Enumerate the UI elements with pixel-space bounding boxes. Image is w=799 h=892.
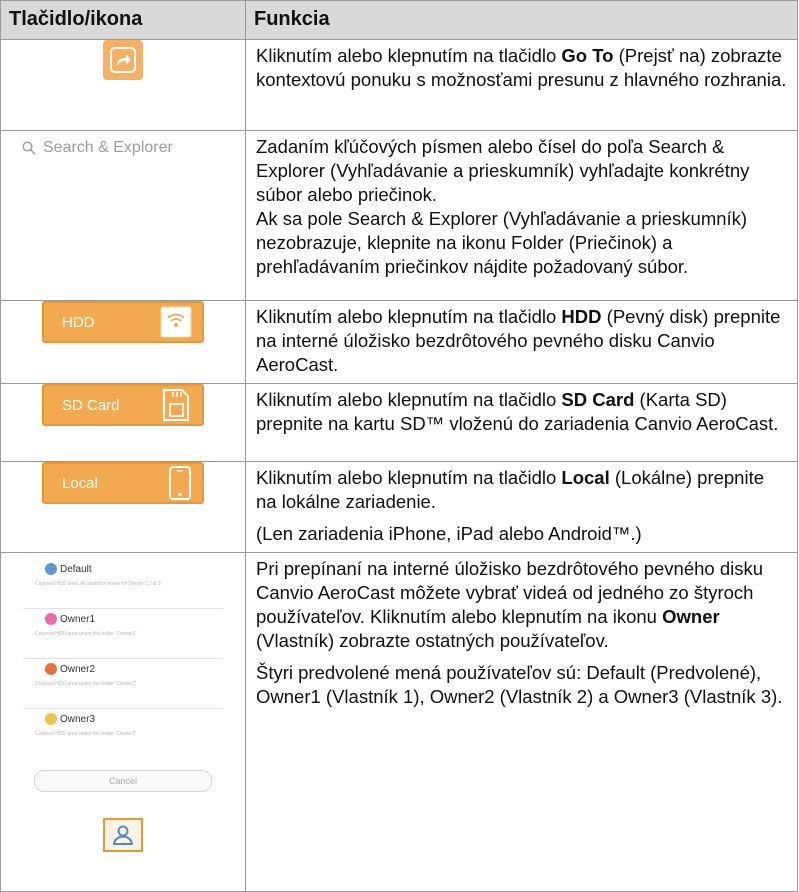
owner-option[interactable]: Owner2 Covered HDD area under the folder… [23, 659, 223, 709]
user-icon [45, 663, 57, 675]
local-button-label: Local [62, 474, 98, 492]
header-button-icon: Tlačidlo/ikona [0, 0, 246, 40]
sd-card-button-label: SD Card [62, 396, 120, 414]
hdd-description: Kliknutím alebo klepnutím na tlačidlo HD… [256, 306, 781, 375]
hdd-button-label: HDD [62, 313, 95, 331]
user-icon [45, 613, 57, 625]
search-description-2: Ak sa pole Search & Explorer (Vyhľadávan… [256, 208, 748, 277]
owner-option[interactable]: Owner3 Covered HDD area under the folder… [23, 709, 223, 758]
table-row-goto: Kliknutím alebo klepnutím na tlačidlo Go… [0, 39, 798, 131]
local-note: (Len zariadenia iPhone, iPad alebo Andro… [256, 523, 642, 544]
owner-option[interactable]: Owner1 Covered HDD area under the folder… [23, 609, 223, 659]
owner-names-note: Štyri predvolené mená používateľov sú: D… [256, 662, 783, 707]
user-icon [45, 563, 57, 575]
header-function: Funkcia [245, 0, 798, 40]
function-table: Tlačidlo/ikona Funkcia Kliknutím alebo k… [0, 0, 798, 892]
owner-description: Pri prepínaní na interné úložisko bezdrô… [256, 558, 764, 651]
local-description: Kliknutím alebo klepnutím na tlačidlo Lo… [256, 467, 765, 512]
local-button[interactable]: Local [42, 462, 204, 504]
owner-button[interactable] [103, 818, 143, 852]
user-icon [112, 825, 134, 845]
table-row-search: Search & Explorer Zadaním kľúčových písm… [0, 130, 798, 301]
table-row-hdd: HDD Kliknutím alebo klepnutím na tlačidl… [0, 300, 798, 384]
sd-card-icon [163, 389, 189, 421]
cancel-button[interactable]: Cancel [34, 770, 212, 792]
goto-description: Kliknutím alebo klepnutím na tlačidlo Go… [256, 45, 787, 90]
wifi-drive-icon [160, 306, 192, 338]
sd-card-description: Kliknutím alebo klepnutím na tlačidlo SD… [256, 389, 779, 434]
owner-option[interactable]: Default Covered HDD area. All avoid for … [23, 559, 223, 609]
search-description: Zadaním kľúčových písmen alebo čísel do … [256, 136, 750, 205]
user-icon [45, 713, 57, 725]
table-row-sd-card: SD Card Kliknutím alebo klepnutím na tla… [0, 383, 798, 462]
owner-picker: Default Covered HDD area. All avoid for … [23, 559, 223, 792]
sd-card-button[interactable]: SD Card [42, 384, 204, 426]
table-header-row: Tlačidlo/ikona Funkcia [0, 0, 798, 40]
go-to-button[interactable] [103, 40, 143, 80]
hdd-button[interactable]: HDD [42, 301, 204, 343]
search-icon [22, 141, 36, 155]
share-arrow-icon [117, 54, 131, 66]
table-row-owner: Default Covered HDD area. All avoid for … [0, 552, 798, 892]
search-field[interactable]: Search & Explorer [2, 137, 244, 159]
table-row-local: Local Kliknutím alebo klepnutím na tlači… [0, 461, 798, 553]
search-field-label: Search & Explorer [43, 139, 173, 156]
phone-icon [169, 466, 191, 500]
